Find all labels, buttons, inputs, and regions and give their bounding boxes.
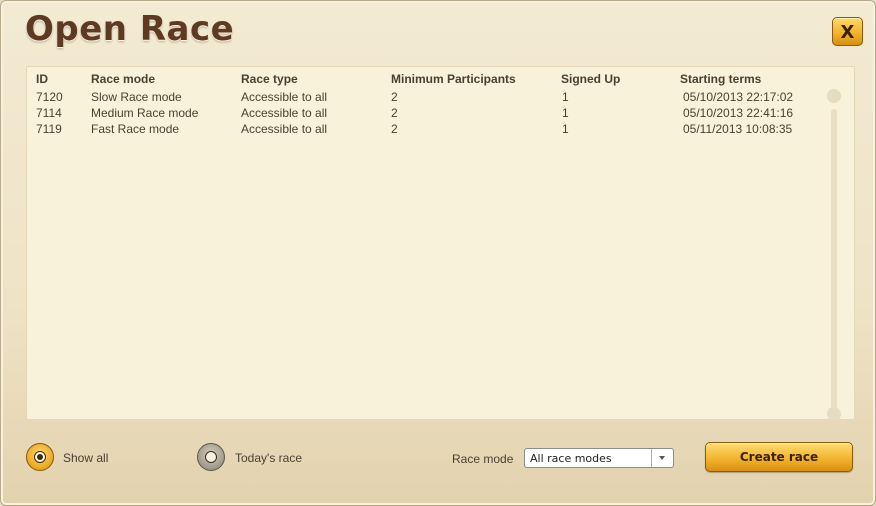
show-all-radio[interactable] xyxy=(26,443,54,471)
cell-race-mode: Slow Race mode xyxy=(91,90,182,104)
cell-minimum-participants: 2 xyxy=(391,122,398,136)
cell-starting-terms: 05/11/2013 10:08:35 xyxy=(683,122,793,136)
scroll-up-button[interactable] xyxy=(827,89,841,103)
column-header-race-mode[interactable]: Race mode xyxy=(91,72,155,86)
scroll-down-button[interactable] xyxy=(827,407,841,421)
cell-signed-up: 1 xyxy=(562,90,569,104)
race-list-panel: ID Race mode Race type Minimum Participa… xyxy=(26,66,855,421)
cell-minimum-participants: 2 xyxy=(391,106,398,120)
race-mode-label: Race mode xyxy=(452,452,514,466)
cell-id: 7114 xyxy=(36,106,62,120)
cell-starting-terms: 05/10/2013 22:41:16 xyxy=(683,106,794,120)
column-header-signed-up[interactable]: Signed Up xyxy=(561,72,620,86)
radio-dot-icon xyxy=(205,451,217,463)
close-button[interactable]: X xyxy=(832,17,863,46)
cell-race-type: Accessible to all xyxy=(241,106,328,120)
cell-race-type: Accessible to all xyxy=(241,122,328,136)
column-header-id[interactable]: ID xyxy=(36,72,48,86)
dialog-title: Open Race xyxy=(25,9,235,49)
cell-signed-up: 1 xyxy=(562,122,569,136)
cell-id: 7120 xyxy=(36,90,63,104)
todays-race-label[interactable]: Today's race xyxy=(235,451,302,465)
radio-dot-icon xyxy=(34,451,46,463)
open-race-dialog: Open Race X ID Race mode Race type Minim… xyxy=(0,0,876,506)
column-header-minimum-participants[interactable]: Minimum Participants xyxy=(391,72,516,86)
todays-race-radio[interactable] xyxy=(197,443,225,471)
cell-id: 7119 xyxy=(36,122,62,136)
show-all-label[interactable]: Show all xyxy=(63,451,108,465)
cell-race-mode: Medium Race mode xyxy=(91,106,199,120)
column-header-race-type[interactable]: Race type xyxy=(241,72,298,86)
race-mode-select[interactable]: All race modes xyxy=(524,448,674,468)
create-race-button[interactable]: Create race xyxy=(705,442,853,472)
cell-minimum-participants: 2 xyxy=(391,90,398,104)
cell-race-mode: Fast Race mode xyxy=(91,122,180,136)
chevron-down-icon[interactable] xyxy=(651,449,673,467)
column-header-starting-terms[interactable]: Starting terms xyxy=(680,72,761,86)
cell-race-type: Accessible to all xyxy=(241,90,328,104)
cell-signed-up: 1 xyxy=(562,106,569,120)
scrollbar-track[interactable] xyxy=(831,109,837,409)
race-mode-selected-value: All race modes xyxy=(530,452,612,465)
cell-starting-terms: 05/10/2013 22:17:02 xyxy=(683,90,794,104)
close-icon: X xyxy=(840,22,855,43)
